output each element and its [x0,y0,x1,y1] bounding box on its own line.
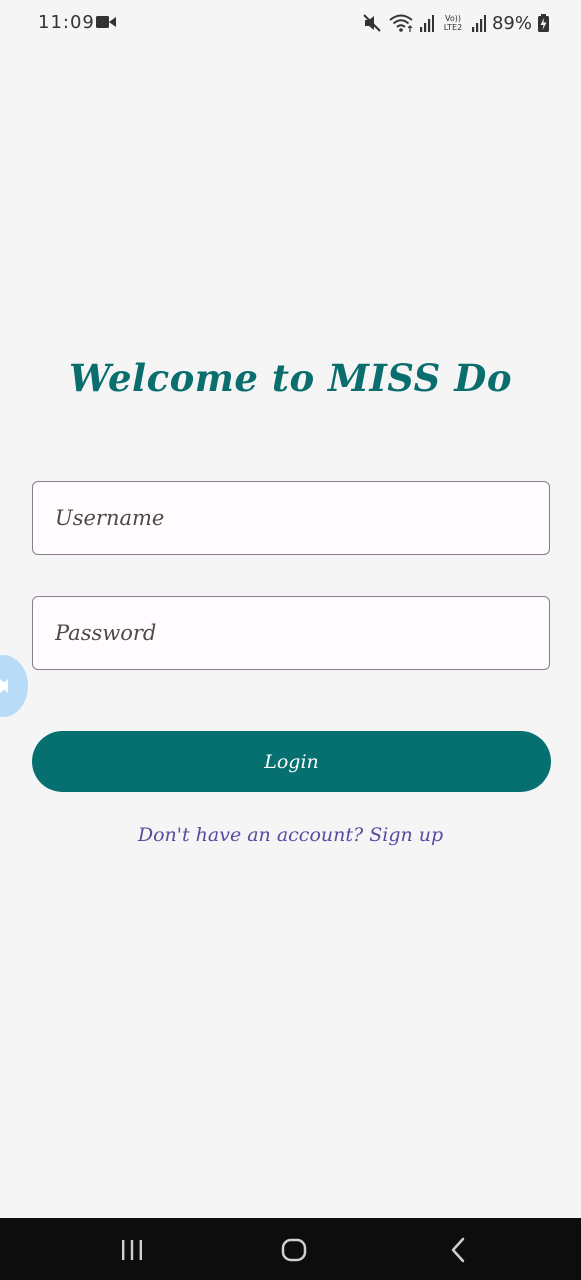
page-title: Welcome to MISS Do [68,356,513,400]
status-time: 11:09 [38,12,95,33]
network-type-label: Vo)) LTE2 [443,14,463,32]
battery-charging-icon [538,14,549,32]
status-icons: Vo)) LTE2 89% [362,10,549,36]
signal-icon [471,15,486,32]
floating-bubble-icon[interactable] [0,655,28,717]
signal-icon [419,15,434,32]
system-nav-bar [0,1218,581,1280]
login-button[interactable]: Login [32,731,551,792]
recents-icon [122,1240,142,1260]
signup-link[interactable]: Don't have an account? Sign up [0,824,581,846]
back-button[interactable] [434,1230,482,1270]
video-record-icon [96,16,116,28]
back-icon [451,1237,465,1263]
username-input[interactable] [32,481,550,555]
home-icon [281,1238,307,1262]
battery-percent: 89% [491,12,532,34]
mute-icon [363,14,381,32]
home-button[interactable] [270,1230,318,1270]
recents-button[interactable] [108,1230,156,1270]
wifi-icon [389,14,413,32]
status-bar: 11:09 Vo)) LTE2 89% [0,0,581,46]
password-input[interactable] [32,596,550,670]
